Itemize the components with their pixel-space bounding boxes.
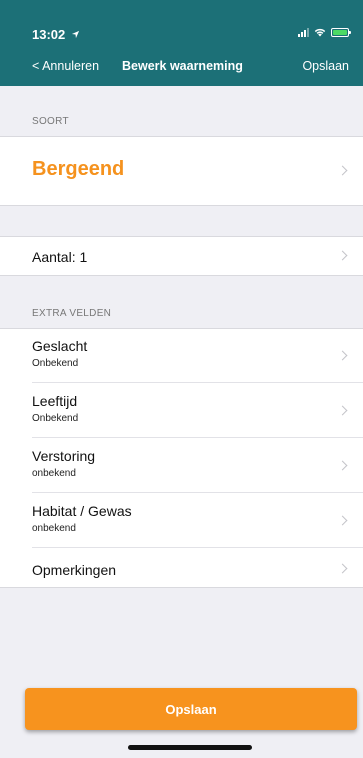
chevron-right-icon: [337, 350, 348, 361]
chevron-right-icon: [337, 515, 348, 526]
navigation-bar: < Annuleren Bewerk waarneming Opslaan: [0, 54, 363, 80]
species-name: Bergeend: [32, 158, 125, 180]
nav-save-button[interactable]: Opslaan: [302, 59, 349, 73]
section-header-soort: SOORT: [32, 116, 69, 127]
field-row-verstoring[interactable]: Verstoring onbekend: [0, 438, 363, 493]
field-label: Habitat / Gewas: [32, 503, 132, 519]
wifi-icon: [314, 28, 326, 37]
chevron-right-icon: [337, 563, 348, 574]
species-cell[interactable]: Bergeend: [0, 136, 363, 206]
signal-icon: [298, 27, 309, 37]
field-value: Onbekend: [32, 413, 79, 424]
chevron-right-icon: [337, 165, 348, 176]
field-row-geslacht[interactable]: Geslacht Onbekend: [0, 328, 363, 383]
chevron-right-icon: [337, 250, 348, 261]
field-label: Verstoring: [32, 448, 96, 464]
status-bar: 13:02: [0, 0, 363, 44]
count-cell[interactable]: Aantal: 1: [0, 236, 363, 276]
field-value: Onbekend: [32, 358, 79, 369]
status-time: 13:02: [32, 27, 80, 42]
field-label: Leeftijd: [32, 393, 78, 409]
system-icons: [298, 26, 351, 38]
location-arrow-icon: [71, 30, 79, 39]
field-value: onbekend: [32, 468, 76, 479]
cancel-button[interactable]: < Annuleren: [32, 59, 99, 73]
section-header-extra-velden: EXTRA VELDEN: [32, 308, 112, 319]
battery-icon: [331, 27, 351, 37]
field-value: onbekend: [32, 523, 76, 534]
field-row-opmerkingen[interactable]: Opmerkingen: [0, 548, 363, 588]
save-button[interactable]: Opslaan: [25, 688, 357, 730]
top-bar: 13:02 < Annuleren Bewerk waarneming Opsl…: [0, 0, 363, 86]
field-label: Opmerkingen: [32, 562, 117, 578]
field-row-habitat[interactable]: Habitat / Gewas onbekend: [0, 493, 363, 548]
field-row-leeftijd[interactable]: Leeftijd Onbekend: [0, 383, 363, 438]
count-label: Aantal: 1: [32, 249, 88, 265]
chevron-right-icon: [337, 405, 348, 416]
field-label: Geslacht: [32, 338, 88, 354]
home-indicator[interactable]: [128, 745, 252, 750]
status-time-text: 13:02: [32, 27, 66, 42]
chevron-right-icon: [337, 460, 348, 471]
page-title: Bewerk waarneming: [122, 59, 243, 73]
battery-level: [333, 29, 347, 35]
